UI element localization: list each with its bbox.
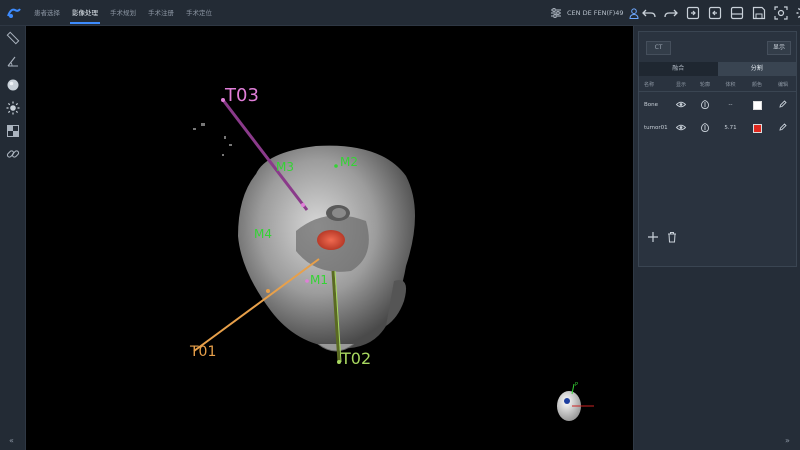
row-name: tumor01 — [644, 125, 668, 131]
workflow-tabs: 患者选择 影像处理 手术规划 手术注册 手术定位 — [28, 0, 218, 26]
ct-button[interactable]: CT — [646, 41, 671, 55]
table-row[interactable]: Bone -- — [639, 94, 796, 116]
user-info[interactable]: CEN DE FEN(F)49 — [550, 0, 639, 26]
scan-debris — [193, 123, 232, 156]
right-panel: CT 显示 融合 分割 名称 显示 轮廓 体积 颜色 编辑 Bone -- tu… — [633, 26, 800, 450]
orientation-label-p: P — [575, 382, 578, 388]
header-display: 显示 — [675, 82, 686, 88]
color-swatch[interactable] — [752, 100, 762, 110]
marker-m4[interactable]: M4 — [254, 227, 272, 241]
tab-segmentation[interactable]: 分割 — [717, 62, 796, 76]
segment-tabs: 融合 分割 — [639, 62, 796, 76]
contour-icon[interactable] — [701, 122, 709, 132]
tab-surgical-positioning[interactable]: 手术定位 — [180, 0, 218, 26]
export-icon[interactable] — [707, 5, 723, 21]
header-name: 名称 — [644, 82, 655, 88]
ruler-icon[interactable] — [6, 31, 20, 45]
tumor-segment — [317, 230, 345, 250]
header-volume: 体积 — [725, 82, 736, 88]
header-color: 颜色 — [751, 82, 762, 88]
angle-icon[interactable] — [6, 54, 20, 68]
table-row[interactable]: tumor01 5.71 — [639, 117, 796, 139]
pencil-icon[interactable] — [779, 123, 787, 131]
collapse-right-button[interactable]: » — [785, 436, 790, 445]
trash-icon[interactable] — [666, 231, 678, 243]
trajectory-label-t02: T02 — [340, 349, 371, 368]
eye-icon[interactable] — [675, 101, 687, 108]
row-name: Bone — [644, 102, 659, 108]
orientation-head-widget[interactable]: P — [557, 382, 594, 421]
window-level-icon[interactable] — [6, 124, 20, 138]
layout-icon[interactable] — [729, 5, 745, 21]
tab-patient-select[interactable]: 患者选择 — [28, 0, 66, 26]
segmentation-panel: CT 显示 融合 分割 名称 显示 轮廓 体积 颜色 编辑 Bone -- tu… — [638, 31, 797, 267]
color-swatch[interactable] — [752, 123, 762, 133]
marker-label-m2: M2 — [340, 155, 358, 169]
marker-label-m4: M4 — [254, 227, 272, 241]
brightness-icon[interactable] — [6, 101, 20, 115]
row-volume: -- — [728, 102, 733, 108]
3d-viewport[interactable]: T03 T01 T02 M3 M2 M4 M1 P — [26, 26, 633, 450]
skull-render — [238, 145, 415, 352]
table-header: 名称 显示 轮廓 体积 颜色 编辑 — [639, 78, 796, 92]
tab-fusion[interactable]: 融合 — [639, 62, 718, 76]
app-logo-icon — [7, 8, 21, 18]
trajectory-label-t01: T01 — [189, 344, 216, 360]
toolbar-icons — [641, 5, 800, 21]
redo-icon[interactable] — [663, 5, 679, 21]
marker-m3[interactable]: M3 — [276, 160, 294, 174]
show-button[interactable]: 显示 — [767, 41, 791, 55]
undo-icon[interactable] — [641, 5, 657, 21]
save-icon[interactable] — [751, 5, 767, 21]
marker-label-m3: M3 — [276, 160, 294, 174]
header-contour: 轮廓 — [699, 82, 710, 88]
user-icon[interactable] — [629, 7, 639, 19]
tab-image-processing[interactable]: 影像处理 — [66, 0, 104, 26]
header-edit: 编辑 — [777, 82, 788, 88]
import-icon[interactable] — [685, 5, 701, 21]
contour-icon[interactable] — [701, 99, 709, 109]
left-toolbar — [0, 26, 26, 450]
tab-surgical-registration[interactable]: 手术注册 — [142, 0, 180, 26]
user-name: CEN DE FEN(F)49 — [567, 9, 624, 17]
collapse-left-button[interactable]: « — [9, 436, 14, 445]
pencil-icon[interactable] — [779, 100, 787, 108]
equalizer-icon[interactable] — [550, 8, 562, 18]
top-bar: 患者选择 影像处理 手术规划 手术注册 手术定位 CEN DE FEN(F)49 — [0, 0, 800, 26]
3d-render-canvas[interactable]: T03 T01 T02 M3 M2 M4 M1 P — [26, 26, 633, 450]
settings-icon[interactable] — [795, 5, 800, 21]
link-icon[interactable] — [6, 147, 20, 161]
sphere-icon[interactable] — [6, 78, 20, 92]
add-icon[interactable] — [647, 231, 659, 243]
row-volume: 5.71 — [724, 125, 737, 131]
marker-label-m1: M1 — [310, 273, 328, 287]
tab-surgical-planning[interactable]: 手术规划 — [104, 0, 142, 26]
trajectory-label-t03: T03 — [224, 85, 259, 106]
screenshot-icon[interactable] — [773, 5, 789, 21]
eye-icon[interactable] — [675, 124, 687, 131]
